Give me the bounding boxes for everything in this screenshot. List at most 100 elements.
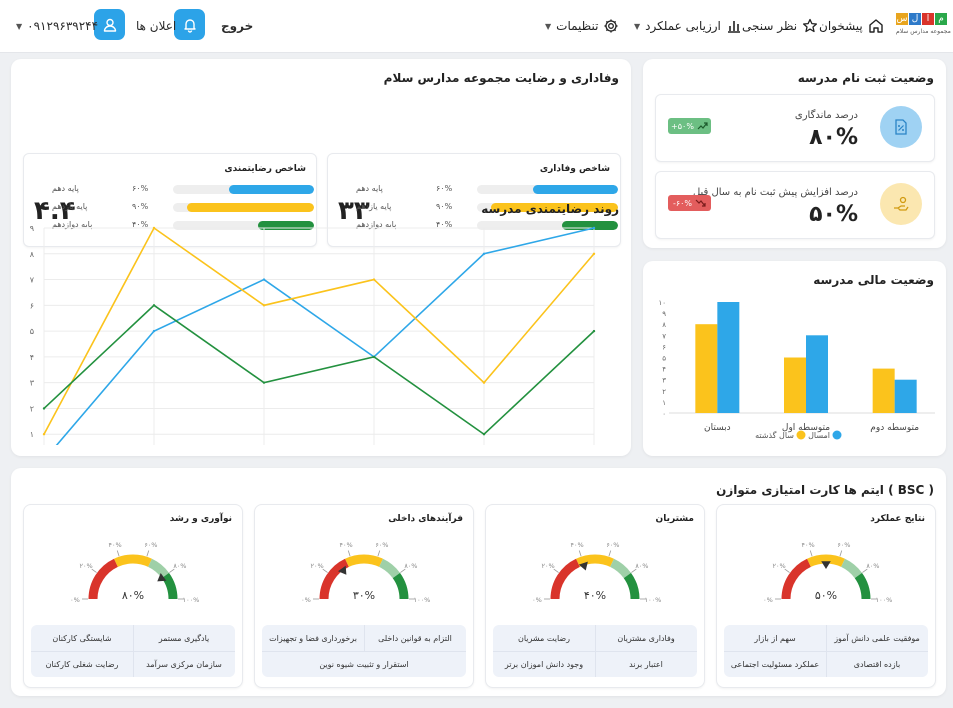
gauge-tick [809, 550, 813, 557]
bsc-item-criterion: وفاداری مشتریان [617, 633, 675, 643]
gauge-value: ۸۰% [122, 589, 144, 602]
divider [133, 625, 134, 677]
card-title: وضعیت ثبت نام مدرسه [797, 71, 934, 85]
bsc-item-card: نوآوری و رشد ۰% ۲۰% ۴۰% ۶۰% ۸۰% ۱۰۰% ۸۰% یادگیری… [23, 504, 243, 688]
nav-label: پیشخوان [819, 19, 863, 33]
trend-up-icon [697, 122, 708, 130]
gauge-segment [609, 558, 632, 579]
gauge-value: ۴۰% [584, 589, 606, 602]
gauge-tick-label: ۶۰% [837, 541, 850, 549]
legend-dot [796, 430, 806, 440]
gauge-tick [116, 550, 120, 557]
bsc-item-criterion: رضایت شغلی کارکنان [45, 659, 119, 669]
user-icon [103, 18, 116, 32]
gauge-tick-label: ۰% [70, 596, 80, 604]
gauge-tick [347, 550, 351, 557]
gauge-tick-label: ۲۰% [541, 562, 554, 570]
bsc-item-criterion: استقرار و تثبیت شیوه نوین [319, 659, 409, 669]
divider [364, 625, 365, 651]
gauge-tick [839, 550, 843, 557]
gauge-segment [550, 558, 581, 600]
progress-fill [229, 185, 314, 194]
loyalty-card: وفاداری و رضایت مجموعه مدارس سلام شاخص و… [11, 59, 631, 456]
gauge-tick-label: ۶۰% [606, 541, 619, 549]
y-tick-label: ۷ [30, 276, 35, 285]
stat-label: درصد افزایش پیش ثبت نام به سال قبل [692, 187, 858, 198]
financial-bar-chart: ۰۱۲۳۴۵۶۷۸۹۱۰دبستان متوسطه اول متوسطه دومام… [658, 299, 935, 440]
nav-survey[interactable]: نظر سنجی [742, 0, 818, 52]
nav-settings[interactable]: ▼ تنظیمات [545, 0, 619, 52]
bar [894, 379, 917, 413]
y-tick-label: ۲ [662, 388, 666, 396]
bsc-item-title: فرآیندهای داخلی [388, 514, 463, 524]
logo-letter: م [935, 13, 947, 25]
y-tick-label: ۴ [30, 353, 34, 362]
gauge-tick-label: ۴۰% [570, 541, 583, 549]
gauge-tick-label: ۸۰% [866, 562, 879, 570]
data-point [152, 226, 156, 230]
gauge-tick-label: ۶۰% [375, 541, 388, 549]
logo-letter: ا [922, 13, 934, 25]
y-tick-label: ۱ [662, 399, 666, 407]
gauge-segment [840, 558, 863, 579]
bsc-item-criterion: وجود دانش اموزان برتر [504, 659, 584, 669]
data-point [482, 381, 486, 384]
gauge-tick-label: ۰% [532, 596, 542, 604]
gauge-segment [854, 572, 871, 600]
retention-stat: درصد ماندگاری ۸۰% +۵۰% [655, 94, 935, 162]
series-line [55, 227, 595, 445]
logo-letter: ل [909, 13, 921, 25]
user-button[interactable] [94, 9, 125, 40]
bsc-gauge: ۰% ۲۰% ۴۰% ۶۰% ۸۰% ۱۰۰% ۳۰% [301, 541, 430, 604]
stat-value: ۸۰% [809, 125, 858, 150]
logout-button[interactable]: خروج [221, 0, 253, 52]
bsc-item-table: یادگیری مستمر شایستگی کارکنان سازمان مرکزی… [31, 625, 235, 677]
gauge-tick-label: ۱۰۰% [183, 596, 200, 604]
bsc-item-criterion: یادگیری مستمر [158, 633, 210, 643]
gauge-value: ۵۰% [815, 589, 837, 602]
y-tick-label: ۵ [662, 355, 666, 363]
bsc-item-card: فرآیندهای داخلی ۰% ۲۰% ۴۰% ۶۰% ۸۰% ۱۰۰% ۳۰% التز… [254, 504, 474, 688]
progress-track [477, 185, 618, 194]
bsc-item-criterion: التزام به قوانین داخلی [378, 633, 452, 643]
trend-down-icon [695, 199, 706, 207]
y-tick-label: ۶ [30, 301, 34, 310]
progress-percent: ۶۰% [132, 184, 149, 193]
progress-track [173, 185, 314, 194]
gauge-tick [146, 550, 150, 557]
bell-icon [183, 18, 196, 33]
user-menu[interactable]: ▼ ۰۹۱۲۹۶۳۹۲۴۴ [16, 0, 98, 52]
bsc-item-criterion: عملکرد مسئولیت اجتماعی [730, 659, 820, 669]
hand-coin-icon [894, 196, 909, 211]
category-label: دبستان [704, 423, 731, 433]
bsc-gauge: ۰% ۲۰% ۴۰% ۶۰% ۸۰% ۱۰۰% ۸۰% [70, 541, 200, 604]
registration-card: وضعیت ثبت نام مدرسه درصد ماندگاری ۸۰% +۵… [643, 59, 946, 248]
gauge-tick-label: ۴۰% [108, 541, 121, 549]
bsc-item-title: نوآوری و رشد [169, 514, 232, 524]
data-point [592, 329, 596, 333]
indicator-row: ۶۰% پایه دهم [52, 184, 314, 194]
chevron-down-icon: ▼ [545, 21, 552, 31]
financial-card: وضعیت مالی مدرسه ۰ ۱ ۲ ۳ ۴ ۵ ۶ ۷ ۸ ۹ ۱۰ دبستان متوسط… [643, 261, 946, 456]
legend-label: امسال [808, 431, 830, 440]
y-tick-label: ۴ [662, 366, 666, 374]
bsc-gauge: ۰% ۲۰% ۴۰% ۶۰% ۸۰% ۱۰۰% ۵۰% [763, 541, 892, 604]
divider [826, 625, 827, 677]
gauge-segment [147, 558, 170, 579]
gauge-segment [392, 572, 409, 600]
nav-performance[interactable]: ▼ ارزیابی عملکرد [634, 0, 742, 52]
card-title: ایتم ها کارت امتیازی متوازن ( BSC ) [716, 483, 934, 497]
y-tick-label: ۵ [30, 327, 34, 336]
gauge-tick-label: ۴۰% [339, 541, 352, 549]
notifications-button[interactable] [174, 9, 205, 40]
notifications-label[interactable]: اعلان ها [136, 0, 176, 52]
gauge-segment [161, 572, 178, 600]
bsc-item-criterion: رضایت مشریان [517, 633, 571, 643]
nav-dashboard[interactable]: پیشخوان [819, 0, 884, 52]
gauge-tick [608, 550, 612, 557]
gauge-tick [578, 550, 582, 557]
bar [872, 368, 895, 413]
progress-label: پایه دهم [356, 184, 383, 193]
user-phone: ۰۹۱۲۹۶۳۹۲۴۴ [27, 19, 99, 33]
bsc-item-criterion: سازمان مرکزی سرآمد [146, 659, 222, 669]
